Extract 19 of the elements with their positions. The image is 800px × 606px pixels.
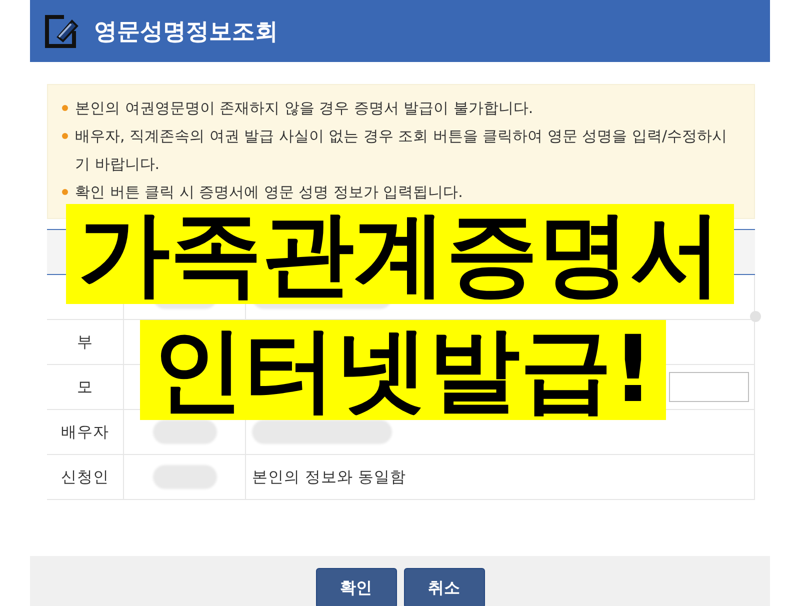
row-label: 신청인 xyxy=(47,455,124,499)
edit-icon xyxy=(44,13,80,49)
bullet-icon xyxy=(62,105,68,111)
notice-text: 확인 버튼 클릭 시 증명서에 영문 성명 정보가 입력됩니다. xyxy=(75,182,463,203)
blurred-name-placeholder xyxy=(152,420,216,444)
confirm-button[interactable]: 확인 xyxy=(316,568,396,606)
notice-text: 배우자, 직계존속의 여권 발급 사실이 없는 경우 조회 버튼을 클릭하여 영문 성명을 입력/수정하시기 바랍니다. xyxy=(75,126,728,175)
input-field[interactable] xyxy=(669,372,749,402)
overlay-title: 가족관계증명서 xyxy=(66,204,734,304)
cancel-button[interactable]: 취소 xyxy=(404,568,484,606)
notice-text: 본인의 여권영문명이 존재하지 않을 경우 증명서 발급이 불가합니다. xyxy=(75,98,534,119)
row-label: 부 xyxy=(47,320,124,364)
bullet-icon xyxy=(62,189,68,195)
table-cell: 본인의 정보와 동일함 xyxy=(252,466,406,488)
bullet-icon xyxy=(62,133,68,139)
row-label: 배우자 xyxy=(47,410,124,454)
page-title: 영문성명정보조회 xyxy=(94,18,278,46)
overlay-title: 인터넷발급! xyxy=(140,320,666,420)
row-label: 모 xyxy=(47,365,124,409)
